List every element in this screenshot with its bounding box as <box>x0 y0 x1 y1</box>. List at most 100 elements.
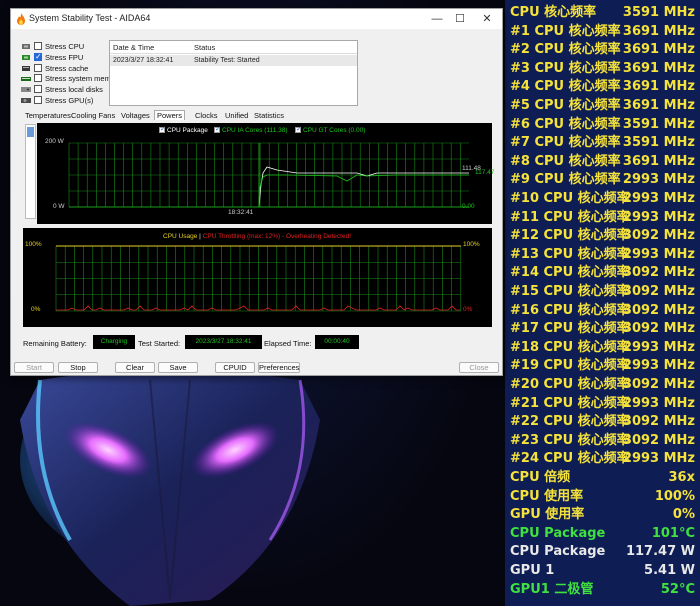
cpu-icon <box>22 44 30 49</box>
power-right-value-2: 117.47 <box>475 169 495 176</box>
power-right-value-3: 0.00 <box>462 203 475 210</box>
legend-item[interactable]: ✓ CPU Package <box>159 126 208 134</box>
osd-label: #2 CPU 核心频率 <box>510 42 621 58</box>
tab-voltages[interactable]: Voltages <box>121 111 150 120</box>
osd-value: 2993 MHz <box>622 246 695 262</box>
elapsed-time-label: Elapsed Time: <box>264 339 312 348</box>
save-button[interactable]: Save <box>158 362 198 373</box>
elapsed-time-value: 00:00:40 <box>315 335 359 349</box>
osd-value: 2993 MHz <box>622 358 695 374</box>
legend-checkbox[interactable]: ✓ <box>159 126 166 133</box>
maximize-button[interactable]: ☐ <box>449 11 471 27</box>
osd-label: CPU Package <box>510 525 606 541</box>
osd-row: #23 CPU 核心频率 3092 MHz <box>505 432 700 451</box>
osd-row: CPU 核心频率 3591 MHz <box>505 4 700 23</box>
osd-row: #20 CPU 核心频率 3092 MHz <box>505 376 700 395</box>
osd-label: GPU1 二极管 <box>510 581 594 597</box>
osd-row: #3 CPU 核心频率 3691 MHz <box>505 60 700 79</box>
osd-label: #15 CPU 核心频率 <box>510 284 630 299</box>
osd-label: CPU Package <box>510 544 606 560</box>
osd-value: 0% <box>672 507 695 523</box>
graph-item-selector[interactable] <box>25 124 36 219</box>
osd-value: 100% <box>654 488 695 504</box>
row-datetime: 2023/3/27 18:32:41 <box>113 57 174 64</box>
osd-value: 3691 MHz <box>622 79 695 95</box>
osd-value: 101°C <box>651 525 695 541</box>
osd-value: 3691 MHz <box>622 42 695 58</box>
tab-clocks[interactable]: Clocks <box>195 111 218 120</box>
test-started-label: Test Started: <box>138 339 181 348</box>
close-window-button[interactable]: ✕ <box>476 11 498 27</box>
osd-row: #9 CPU 核心频率 2993 MHz <box>505 171 700 190</box>
cpuid-button[interactable]: CPUID <box>215 362 255 373</box>
stress-checkbox[interactable] <box>34 52 42 61</box>
osd-row: GPU 使用率 0% <box>505 506 700 525</box>
tab-cooling-fans[interactable]: Cooling Fans <box>71 111 115 120</box>
osd-row: CPU Package 117.47 W <box>505 543 700 562</box>
window-titlebar[interactable]: System Stability Test - AIDA64 — ☐ ✕ <box>11 9 502 29</box>
tab-temperatures[interactable]: Temperatures <box>25 111 71 120</box>
osd-row: GPU 1 5.41 W <box>505 562 700 581</box>
osd-row: #7 CPU 核心频率 3591 MHz <box>505 134 700 153</box>
osd-label: #7 CPU 核心频率 <box>510 135 621 151</box>
stress-checkbox[interactable] <box>34 74 42 83</box>
stress-checkbox[interactable] <box>34 96 42 104</box>
tab-unified[interactable]: Unified <box>225 111 248 120</box>
stop-button[interactable]: Stop <box>58 362 98 373</box>
osd-value: 2993 MHz <box>622 191 695 206</box>
osd-label: #18 CPU 核心频率 <box>510 339 630 355</box>
power-graph: ✓ CPU Package ✓ CPU IA Cores (111.38) ✓ CPU G… <box>37 123 495 224</box>
osd-row: #5 CPU 核心频率 3691 MHz <box>505 97 700 116</box>
fpu-icon <box>22 54 30 60</box>
osd-label: #11 CPU 核心频率 <box>510 209 630 225</box>
osd-label: #14 CPU 核心频率 <box>510 265 630 281</box>
tab-powers[interactable]: Powers <box>154 110 186 120</box>
osd-row: #2 CPU 核心频率 3691 MHz <box>505 41 700 60</box>
osd-value: 3691 MHz <box>622 60 695 76</box>
osd-label: CPU 核心频率 <box>510 5 597 20</box>
close-button[interactable]: Close <box>459 362 499 373</box>
graph-tabs: Temperatures Cooling Fans Voltages Powers Cl… <box>25 110 495 122</box>
start-button[interactable]: Start <box>14 362 54 373</box>
cpu-throttling-series <box>56 305 460 311</box>
osd-value: 3591 MHz <box>622 5 695 20</box>
osd-label: #5 CPU 核心频率 <box>510 98 621 113</box>
legend-checkbox[interactable]: ✓ <box>295 126 302 133</box>
osd-row: #12 CPU 核心频率 3092 MHz <box>505 227 700 246</box>
osd-row: #24 CPU 核心频率 2993 MHz <box>505 450 700 469</box>
osd-label: #13 CPU 核心频率 <box>510 246 630 262</box>
selector-thumb[interactable] <box>27 127 34 137</box>
legend-item[interactable]: ✓ CPU IA Cores (111.38) <box>214 126 288 134</box>
legend-checkbox[interactable]: ✓ <box>214 126 221 133</box>
table-row[interactable]: 2023/3/27 18:32:41 Stability Test: Start… <box>110 55 357 66</box>
power-time-label: 18:32:41 <box>228 209 254 216</box>
osd-label: #16 CPU 核心频率 <box>510 302 630 318</box>
osd-value: 3691 MHz <box>622 153 695 169</box>
power-graph-canvas <box>68 142 469 208</box>
minimize-button[interactable]: — <box>426 11 448 27</box>
preferences-button[interactable]: Preferences <box>258 362 300 373</box>
stress-option-label: Stress CPU <box>45 42 85 51</box>
osd-value: 3591 MHz <box>622 135 695 151</box>
osd-row: #17 CPU 核心频率 3092 MHz <box>505 320 700 339</box>
osd-label: CPU 使用率 <box>510 488 584 504</box>
clear-button[interactable]: Clear <box>115 362 155 373</box>
osd-row: #22 CPU 核心频率 3092 MHz <box>505 413 700 432</box>
throttle-title: CPU Throttling (max: 12%) - Overheating … <box>202 233 352 240</box>
usage-y-top-right: 100% <box>463 241 480 248</box>
legend-item[interactable]: ✓ CPU GT Cores (0.00) <box>295 126 365 134</box>
cpu-usage-graph-canvas <box>55 245 462 312</box>
osd-value: 3092 MHz <box>622 284 695 299</box>
stress-checkbox[interactable] <box>34 42 42 50</box>
osd-row: #19 CPU 核心频率 2993 MHz <box>505 357 700 376</box>
tab-statistics[interactable]: Statistics <box>254 111 284 120</box>
status-bar: Remaining Battery: Charging Test Started… <box>11 335 502 353</box>
osd-row: CPU 使用率 100% <box>505 488 700 507</box>
stress-checkbox[interactable] <box>34 85 42 94</box>
cpu-package-series <box>258 166 469 208</box>
osd-value: 2993 MHz <box>622 172 695 188</box>
stress-checkbox[interactable] <box>34 63 42 72</box>
column-header-datetime[interactable]: Date & Time <box>113 43 154 52</box>
usage-y-top-left: 100% <box>25 241 42 248</box>
column-header-status[interactable]: Status <box>194 43 215 52</box>
